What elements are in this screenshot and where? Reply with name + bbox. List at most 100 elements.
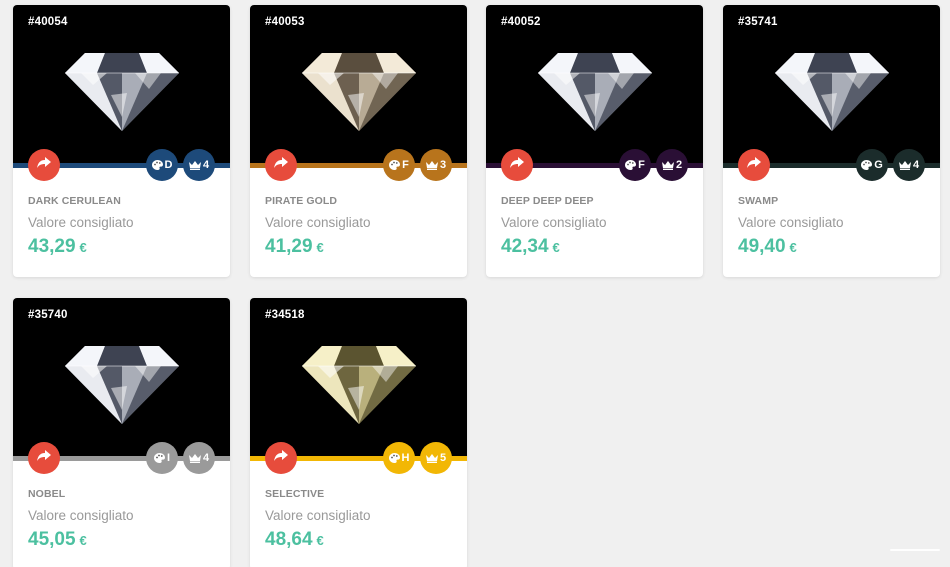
palette-icon	[388, 453, 400, 463]
product-image-area[interactable]: #40054	[13, 5, 230, 165]
rank-badge: 4	[183, 149, 215, 181]
product-code: #35740	[28, 309, 68, 321]
product-card[interactable]: #40052 F 2 DEEP DEEP DEEP Valore consigl…	[486, 5, 703, 277]
price-amount: 41,29	[265, 236, 313, 257]
price-amount: 49,40	[738, 236, 786, 257]
product-card[interactable]: #35740 I 4 NOBEL Valore consigliato 45,0…	[13, 298, 230, 567]
product-name[interactable]: DEEP DEEP DEEP	[501, 195, 594, 207]
rank-badge: 4	[893, 149, 925, 181]
diamond-image	[294, 45, 424, 135]
currency-symbol: €	[79, 533, 87, 548]
color-grade-badge: G	[856, 149, 888, 181]
share-arrow-icon	[37, 449, 51, 467]
crown-icon	[425, 160, 438, 170]
color-grade-value: G	[874, 159, 883, 171]
price-label: Valore consigliato	[265, 508, 371, 523]
product-name[interactable]: SWAMP	[738, 195, 778, 207]
price-label: Valore consigliato	[28, 508, 134, 523]
price-value: 48,64 €	[265, 529, 324, 551]
color-grade-badge: I	[146, 442, 178, 474]
product-code: #40052	[501, 16, 541, 28]
color-grade-value: I	[166, 452, 171, 464]
product-name[interactable]: SELECTIVE	[265, 488, 324, 500]
price-amount: 43,29	[28, 236, 76, 257]
crown-icon	[188, 453, 201, 463]
product-image-area[interactable]: #40053	[250, 5, 467, 165]
price-value: 45,05 €	[28, 529, 87, 551]
price-amount: 45,05	[28, 529, 76, 550]
currency-symbol: €	[316, 240, 324, 255]
product-card[interactable]: #35741 G 4 SWAMP Valore consigliato 49,4…	[723, 5, 940, 277]
color-grade-badge: D	[146, 149, 178, 181]
price-value: 49,40 €	[738, 236, 797, 258]
palette-icon	[151, 160, 163, 170]
rank-value: 4	[202, 159, 210, 171]
product-card[interactable]: #40053 F 3 PIRATE GOLD Valore consigliat…	[250, 5, 467, 277]
rank-value: 2	[675, 159, 683, 171]
product-image-area[interactable]: #35740	[13, 298, 230, 458]
color-grade-value: F	[402, 159, 409, 171]
diamond-image	[530, 45, 660, 135]
diamond-image	[767, 45, 897, 135]
price-label: Valore consigliato	[265, 215, 371, 230]
share-arrow-icon	[37, 156, 51, 174]
price-value: 42,34 €	[501, 236, 560, 258]
rank-badge: 4	[183, 442, 215, 474]
diamond-image	[57, 338, 187, 428]
color-grade-badge: H	[383, 442, 415, 474]
rank-badge: 2	[656, 149, 688, 181]
palette-icon	[625, 160, 637, 170]
currency-symbol: €	[79, 240, 87, 255]
crown-icon	[425, 453, 438, 463]
product-name[interactable]: PIRATE GOLD	[265, 195, 337, 207]
rank-value: 3	[439, 159, 447, 171]
product-grid: #40054 D 4 DARK CERULEAN Valore consigli…	[0, 0, 950, 567]
rank-badge: 3	[420, 149, 452, 181]
color-grade-value: H	[401, 452, 410, 464]
price-label: Valore consigliato	[28, 215, 134, 230]
share-arrow-icon	[510, 156, 524, 174]
product-image-area[interactable]: #35741	[723, 5, 940, 165]
product-name[interactable]: NOBEL	[28, 488, 65, 500]
product-card[interactable]: #40054 D 4 DARK CERULEAN Valore consigli…	[13, 5, 230, 277]
share-arrow-icon	[747, 156, 761, 174]
palette-icon	[153, 453, 165, 463]
share-arrow-icon	[274, 449, 288, 467]
diamond-image	[294, 338, 424, 428]
share-button[interactable]	[265, 442, 297, 474]
price-amount: 42,34	[501, 236, 549, 257]
share-button[interactable]	[265, 149, 297, 181]
product-code: #40054	[28, 16, 68, 28]
product-code: #34518	[265, 309, 305, 321]
product-image-area[interactable]: #40052	[486, 5, 703, 165]
share-button[interactable]	[501, 149, 533, 181]
price-amount: 48,64	[265, 529, 313, 550]
rank-value: 4	[912, 159, 920, 171]
share-button[interactable]	[28, 149, 60, 181]
color-grade-badge: F	[619, 149, 651, 181]
crown-icon	[898, 160, 911, 170]
color-grade-value: F	[638, 159, 645, 171]
share-button[interactable]	[28, 442, 60, 474]
crown-icon	[661, 160, 674, 170]
product-name[interactable]: DARK CERULEAN	[28, 195, 121, 207]
share-button[interactable]	[738, 149, 770, 181]
product-image-area[interactable]: #34518	[250, 298, 467, 458]
crown-icon	[188, 160, 201, 170]
share-arrow-icon	[274, 156, 288, 174]
diamond-image	[57, 45, 187, 135]
palette-icon	[861, 160, 873, 170]
product-code: #40053	[265, 16, 305, 28]
currency-symbol: €	[552, 240, 560, 255]
palette-icon	[389, 160, 401, 170]
price-label: Valore consigliato	[738, 215, 844, 230]
rank-value: 4	[202, 452, 210, 464]
product-code: #35741	[738, 16, 778, 28]
rank-value: 5	[439, 452, 447, 464]
price-label: Valore consigliato	[501, 215, 607, 230]
color-grade-badge: F	[383, 149, 415, 181]
rank-badge: 5	[420, 442, 452, 474]
price-value: 43,29 €	[28, 236, 87, 258]
currency-symbol: €	[316, 533, 324, 548]
product-card[interactable]: #34518 H 5 SELECTIVE Valore consigliato	[250, 298, 467, 567]
